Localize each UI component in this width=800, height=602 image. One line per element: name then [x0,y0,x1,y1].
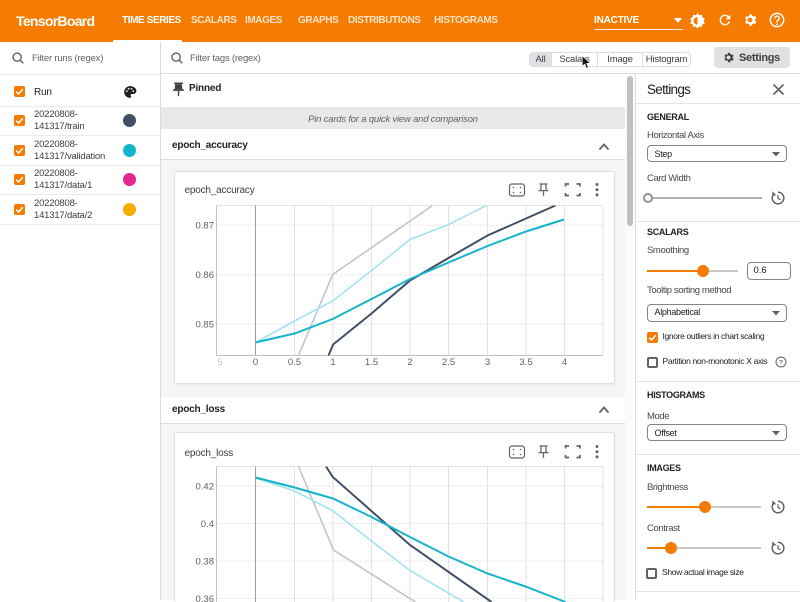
svg-text:0.38: 0.38 [195,557,214,568]
svg-text:epoch_accuracy: epoch_accuracy [184,185,254,196]
svg-text:1.5: 1.5 [364,357,377,368]
svg-text:3: 3 [484,357,489,368]
svg-text:0.85: 0.85 [195,319,214,330]
svg-text:0.87: 0.87 [195,220,214,231]
svg-text:3.5: 3.5 [519,357,532,368]
svg-text:0.4: 0.4 [200,519,213,530]
svg-text:0.36: 0.36 [195,594,214,602]
svg-text:0.42: 0.42 [195,482,214,493]
svg-text:5: 5 [217,357,222,368]
svg-text:2: 2 [407,357,412,368]
svg-text:1: 1 [330,357,335,368]
svg-text:?: ? [779,360,783,367]
svg-text:epoch_loss: epoch_loss [184,448,233,459]
svg-text:0: 0 [252,357,257,368]
svg-text:0.86: 0.86 [195,270,214,281]
svg-text:0.5: 0.5 [287,357,300,368]
svg-text:4: 4 [561,357,566,368]
svg-text:2.5: 2.5 [441,357,454,368]
